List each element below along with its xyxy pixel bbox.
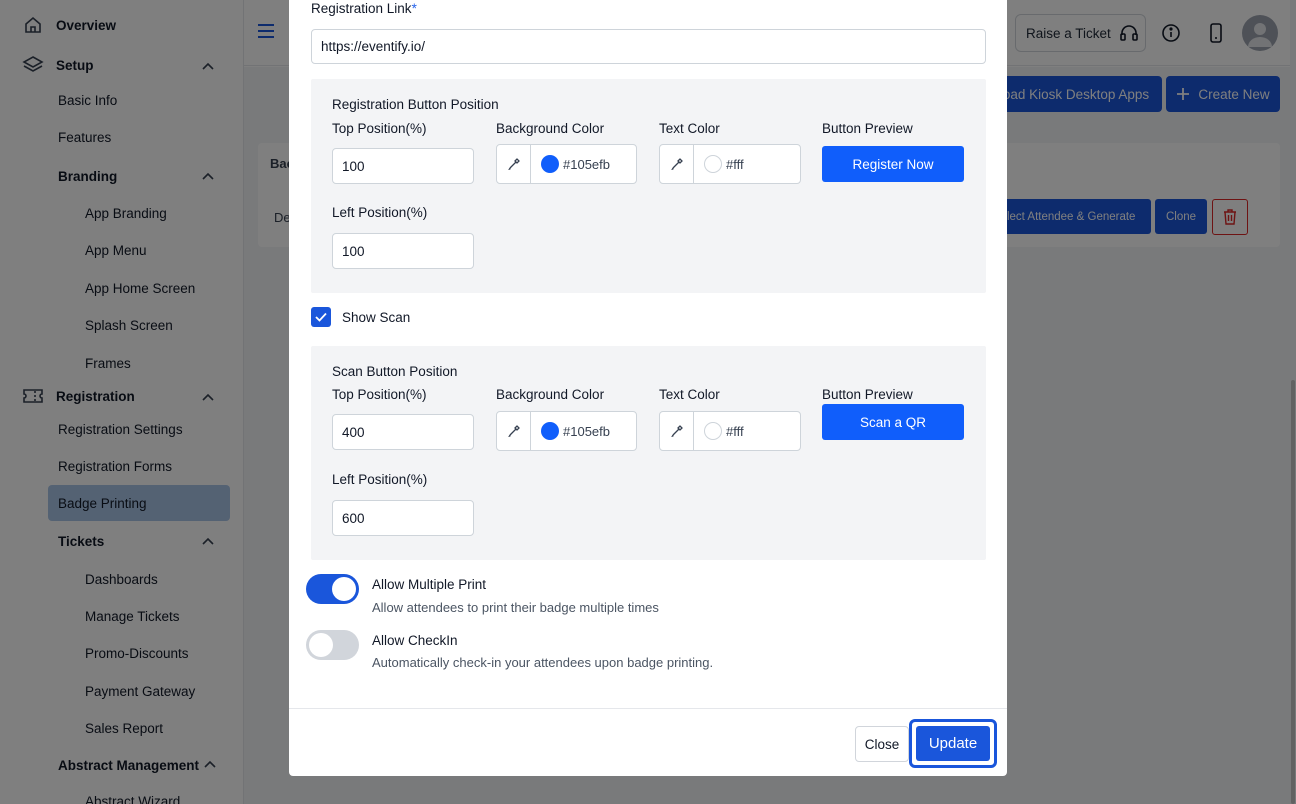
reg-text-color-field[interactable]: #fff <box>659 144 801 184</box>
required-mark: * <box>411 1 417 16</box>
scan-qr-preview-button[interactable]: Scan a QR <box>822 404 964 440</box>
close-button[interactable]: Close <box>855 726 909 762</box>
show-scan-label[interactable]: Show Scan <box>342 310 410 325</box>
reg-button-preview-label: Button Preview <box>822 121 913 136</box>
scan-text-color-picker[interactable] <box>660 412 694 450</box>
scan-top-position-label: Top Position(%) <box>332 387 427 402</box>
scan-background-color-field[interactable]: #105efb <box>496 411 637 451</box>
scan-text-color-field[interactable]: #fff <box>659 411 801 451</box>
scan-text-color-value: #fff <box>726 423 744 439</box>
reg-text-color-swatch <box>704 155 722 173</box>
scan-left-position-input[interactable] <box>332 500 474 536</box>
allow-checkin-toggle[interactable] <box>306 630 359 660</box>
reg-bg-color-swatch <box>541 155 559 173</box>
eyedropper-icon <box>670 158 683 170</box>
registration-link-input[interactable] <box>311 29 986 64</box>
reg-bg-color-value: #105efb <box>563 156 610 172</box>
reg-section-title: Registration Button Position <box>332 97 499 112</box>
modal-footer-divider <box>289 708 1007 709</box>
allow-multiple-print-label: Allow Multiple Print <box>372 577 487 592</box>
checkmark-icon <box>315 312 327 322</box>
scan-bg-color-picker[interactable] <box>497 412 531 450</box>
toggle-knob <box>332 577 356 601</box>
reg-background-color-field[interactable]: #105efb <box>496 144 637 184</box>
allow-multiple-print-toggle[interactable] <box>306 574 359 604</box>
scan-button-preview-label: Button Preview <box>822 387 913 402</box>
scan-text-color-swatch <box>704 422 722 440</box>
registration-link-label: Registration Link* <box>311 1 417 16</box>
reg-top-position-label: Top Position(%) <box>332 121 427 136</box>
scan-background-color-label: Background Color <box>496 387 605 402</box>
eyedropper-icon <box>507 425 520 437</box>
reg-left-position-label: Left Position(%) <box>332 205 428 220</box>
show-scan-checkbox[interactable] <box>311 307 331 327</box>
scan-top-position-input[interactable] <box>332 414 474 450</box>
registration-link-label-text: Registration Link <box>311 1 412 16</box>
allow-checkin-label: Allow CheckIn <box>372 633 458 648</box>
scan-bg-color-swatch <box>541 422 559 440</box>
reg-bg-color-picker[interactable] <box>497 145 531 183</box>
scan-left-position-label: Left Position(%) <box>332 472 428 487</box>
reg-text-color-label: Text Color <box>659 121 720 136</box>
reg-top-position-input[interactable] <box>332 148 474 184</box>
toggle-knob <box>309 633 333 657</box>
scan-text-color-label: Text Color <box>659 387 720 402</box>
scan-bg-color-value: #105efb <box>563 423 610 439</box>
update-button[interactable]: Update <box>916 726 990 761</box>
eyedropper-icon <box>670 425 683 437</box>
allow-checkin-description: Automatically check-in your attendees up… <box>372 655 714 670</box>
reg-text-color-picker[interactable] <box>660 145 694 183</box>
reg-left-position-input[interactable] <box>332 233 474 269</box>
reg-text-color-value: #fff <box>726 156 744 172</box>
scan-section-title: Scan Button Position <box>332 364 458 379</box>
eyedropper-icon <box>507 158 520 170</box>
register-now-preview-button[interactable]: Register Now <box>822 146 964 182</box>
reg-background-color-label: Background Color <box>496 121 605 136</box>
allow-multiple-print-description: Allow attendees to print their badge mul… <box>372 600 659 615</box>
